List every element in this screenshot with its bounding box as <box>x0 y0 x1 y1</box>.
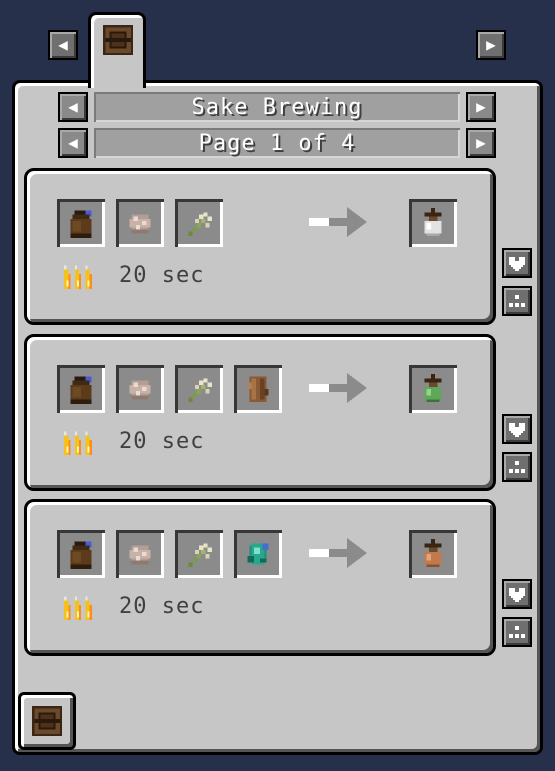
crafting-grid-icon <box>507 622 527 642</box>
ingredient-slot[interactable] <box>116 365 164 413</box>
bookmark-heart-icon <box>507 584 527 604</box>
green-sake-bottle-icon <box>416 372 450 406</box>
ingredient-slot[interactable] <box>234 365 282 413</box>
bookmark-heart-icon <box>507 419 527 439</box>
category-title-text: Sake Brewing <box>191 94 363 120</box>
page-indicator: Page 1 of 4 <box>94 128 460 158</box>
show-recipe-grid-button[interactable] <box>502 286 532 316</box>
rice-icon <box>123 372 157 406</box>
left-arrow-icon: ◀ <box>58 35 68 54</box>
rice-plant-icon <box>182 206 216 240</box>
recipe-card: 20 sec <box>24 499 496 656</box>
ingredient-slot[interactable] <box>175 365 223 413</box>
flames-icon <box>59 425 99 459</box>
output-slot[interactable] <box>409 365 457 413</box>
bookmark-button[interactable] <box>502 248 532 278</box>
rice-icon <box>123 206 157 240</box>
flames-icon <box>59 259 99 293</box>
brew-time-label: 20 sec <box>119 263 205 288</box>
brew-time-label: 20 sec <box>119 594 205 619</box>
prev-category-arrow[interactable]: ◀ <box>58 92 88 122</box>
output-slot[interactable] <box>409 530 457 578</box>
white-sake-bottle-icon <box>416 206 450 240</box>
right-arrow-icon: ▶ <box>476 97 486 116</box>
rice-plant-icon <box>182 537 216 571</box>
ingredient-slot[interactable] <box>57 530 105 578</box>
rice-bag-icon <box>64 537 98 571</box>
category-tab-brewing[interactable] <box>88 12 146 88</box>
rice-bag-icon <box>64 206 98 240</box>
recipe-card: 20 sec <box>24 334 496 491</box>
ingredient-slot[interactable] <box>175 199 223 247</box>
show-recipe-grid-button[interactable] <box>502 617 532 647</box>
bookmark-button[interactable] <box>502 414 532 444</box>
prev-page-button[interactable]: ◀ <box>58 128 88 158</box>
crafting-grid-icon <box>507 291 527 311</box>
page-indicator-text: Page 1 of 4 <box>198 130 356 156</box>
left-arrow-icon: ◀ <box>68 97 78 116</box>
ingredient-slot[interactable] <box>234 530 282 578</box>
catalyst-slot[interactable] <box>18 692 76 750</box>
wood-log-icon <box>241 372 275 406</box>
recipe-arrow-icon <box>309 205 369 239</box>
ingredient-slot[interactable] <box>57 365 105 413</box>
rice-bag-icon <box>64 372 98 406</box>
rice-icon <box>123 537 157 571</box>
prev-category-button[interactable]: ◀ <box>48 30 78 60</box>
right-arrow-icon: ▶ <box>486 35 496 54</box>
bookmark-heart-icon <box>507 253 527 273</box>
bookmark-button[interactable] <box>502 579 532 609</box>
next-page-button[interactable]: ▶ <box>466 128 496 158</box>
flames-icon <box>59 590 99 624</box>
show-recipe-grid-button[interactable] <box>502 452 532 482</box>
barrel-icon <box>30 704 64 738</box>
rice-plant-icon <box>182 372 216 406</box>
ingredient-slot[interactable] <box>57 199 105 247</box>
crafting-grid-icon <box>507 457 527 477</box>
recipe-arrow-icon <box>309 371 369 405</box>
brew-time-label: 20 sec <box>119 429 205 454</box>
output-slot[interactable] <box>409 199 457 247</box>
ingredient-slot[interactable] <box>116 199 164 247</box>
ingredient-slot[interactable] <box>175 530 223 578</box>
teal-gem-icon <box>241 537 275 571</box>
next-category-button[interactable]: ▶ <box>476 30 506 60</box>
category-title: Sake Brewing <box>94 92 460 122</box>
recipe-card: 20 sec <box>24 168 496 325</box>
brown-sake-bottle-icon <box>416 537 450 571</box>
right-arrow-icon: ▶ <box>476 133 486 152</box>
recipe-arrow-icon <box>309 536 369 570</box>
ingredient-slot[interactable] <box>116 530 164 578</box>
next-category-arrow[interactable]: ▶ <box>466 92 496 122</box>
left-arrow-icon: ◀ <box>68 133 78 152</box>
barrel-icon <box>101 23 135 57</box>
